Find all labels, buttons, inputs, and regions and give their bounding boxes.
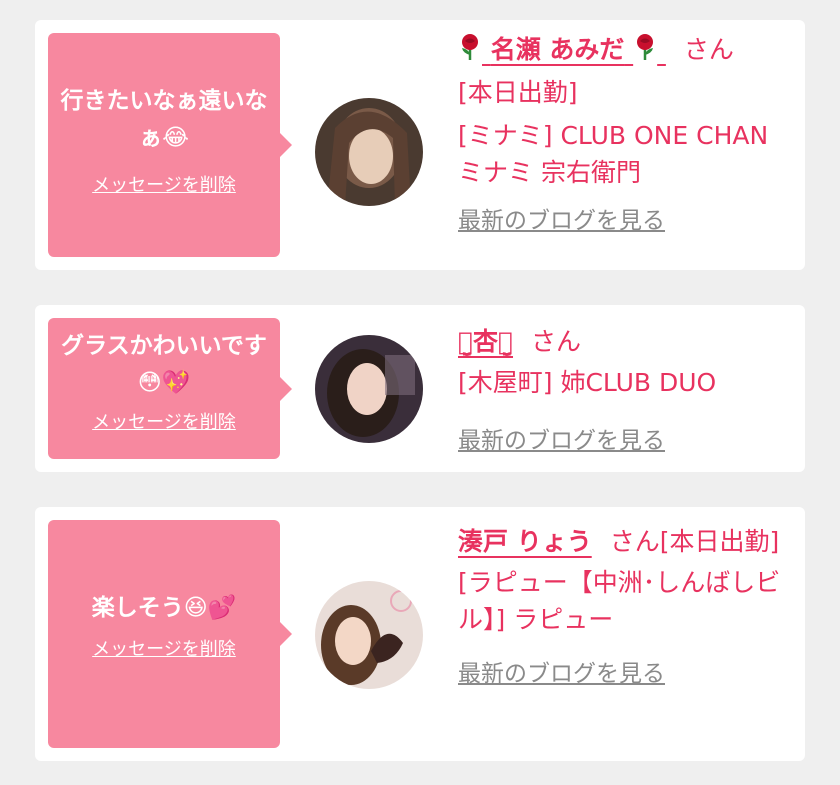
message-bubble: 楽しそう😆💕 メッセージを削除 [48, 520, 292, 748]
message-text: 行きたいなぁ遠いなぁ😂 [60, 88, 268, 151]
message-bubble: グラスかわいいです😳💖 メッセージを削除 [48, 318, 292, 459]
cast-info: ꪔ̤̮杏ꪔ̤̮ さん [木屋町] 姉CLUB DUO 最新のブログを見る [458, 323, 798, 460]
message-text: グラスかわいいです😳💖 [61, 333, 267, 396]
delete-message-link[interactable]: メッセージを削除 [92, 408, 236, 434]
honorific: さん[本日出勤] [609, 527, 780, 556]
message-card-1: 行きたいなぁ遠いなぁ😂 メッセージを削除 名瀬 あみだ さん [本日出勤] [ミ… [35, 20, 805, 270]
honorific: さん [683, 35, 734, 64]
message-bubble: 行きたいなぁ遠いなぁ😂 メッセージを削除 [48, 33, 292, 257]
avatar[interactable] [315, 98, 423, 206]
shop-text: [木屋町] 姉CLUB DUO [458, 368, 717, 397]
cast-info: 名瀬 あみだ さん [本日出勤] [ミナミ] CLUB ONE CHAN ミナミ… [458, 31, 798, 240]
latest-blog-link[interactable]: 最新のブログを見る [458, 423, 665, 460]
status-text: [本日出勤] [458, 78, 578, 107]
rose-icon [637, 34, 654, 60]
message-text: 楽しそう😆💕 [91, 595, 237, 621]
delete-message-link[interactable]: メッセージを削除 [92, 171, 236, 197]
avatar[interactable] [315, 335, 423, 443]
cast-info: 湊戸 りょう さん[本日出勤] [ラピュー【中洲･しんばしビル】] ラピュー 最新… [458, 523, 798, 693]
honorific: さん [531, 327, 582, 356]
message-card-3: 楽しそう😆💕 メッセージを削除 湊戸 りょう さん[本日出勤] [ラピュー【中洲･… [35, 507, 805, 761]
cast-name-link[interactable]: ꪔ̤̮杏ꪔ̤̮ [458, 327, 513, 356]
message-card-2: グラスかわいいです😳💖 メッセージを削除 ꪔ̤̮杏ꪔ̤̮ さん [木屋町] 姉CL… [35, 305, 805, 472]
delete-message-link[interactable]: メッセージを削除 [92, 635, 236, 661]
cast-name-link[interactable]: 湊戸 りょう [458, 527, 592, 556]
cast-name: 名瀬 あみだ [490, 35, 625, 64]
cast-name-link[interactable]: 名瀬 あみだ [458, 34, 666, 64]
avatar[interactable] [315, 581, 423, 689]
latest-blog-link[interactable]: 最新のブログを見る [458, 656, 665, 693]
latest-blog-link[interactable]: 最新のブログを見る [458, 203, 665, 240]
shop-text: [ミナミ] CLUB ONE CHAN ミナミ 宗右衛門 [458, 121, 769, 187]
shop-text: [ラピュー【中洲･しんばしビル】] ラピュー [458, 568, 781, 634]
rose-icon [462, 34, 478, 60]
